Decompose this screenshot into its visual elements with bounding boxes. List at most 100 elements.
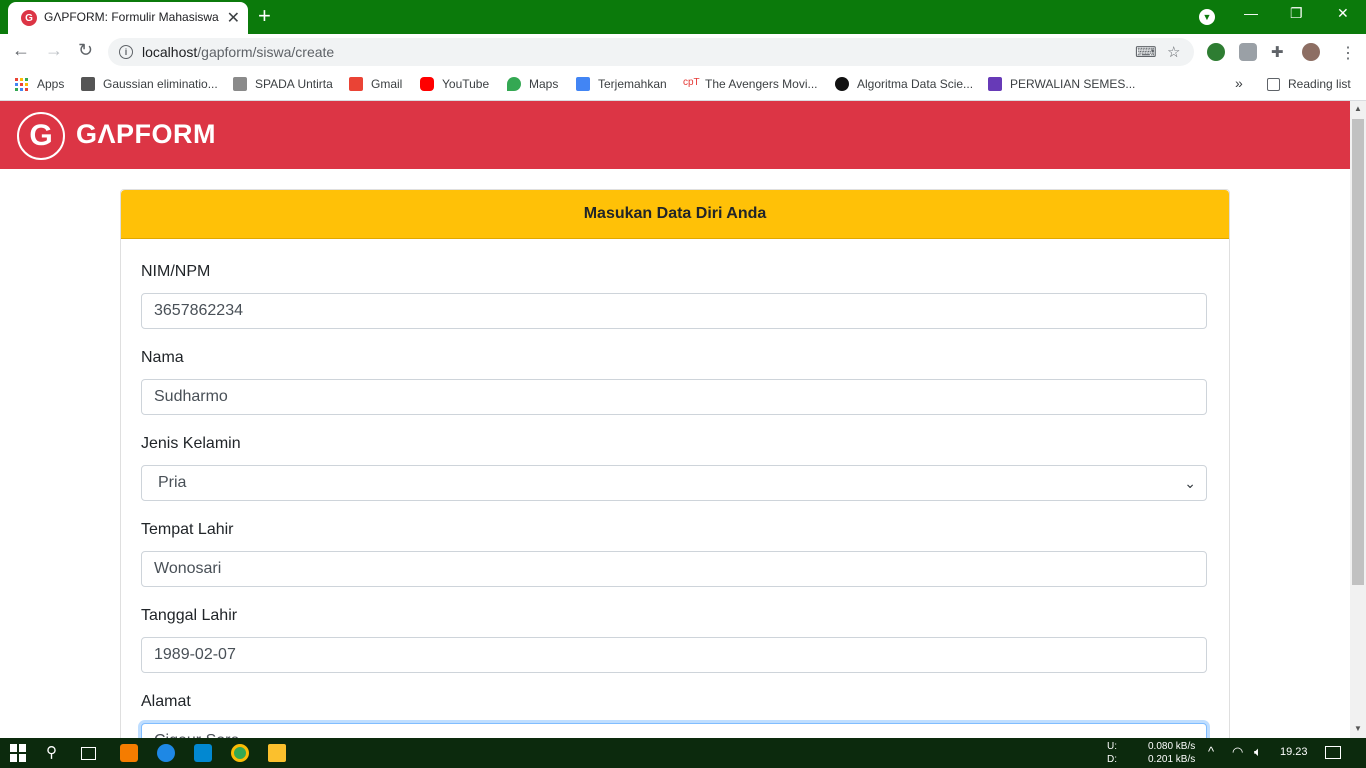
xampp-icon[interactable]: [120, 744, 138, 762]
volume-icon[interactable]: 🔈︎: [1254, 744, 1262, 760]
search-icon[interactable]: ⚲: [46, 743, 64, 761]
gapform-logo-icon[interactable]: G: [17, 112, 65, 160]
bookmark-gmail[interactable]: Gmail: [349, 77, 402, 91]
tray-chevron-up-icon[interactable]: ^: [1208, 744, 1214, 759]
bookmark-label: SPADA Untirta: [255, 77, 333, 91]
net-down-label: D:: [1107, 754, 1117, 765]
bookmark-perwalian[interactable]: PERWALIAN SEMES...: [988, 77, 1135, 91]
clock-time[interactable]: 19.23: [1280, 746, 1308, 758]
bookmark-label: Terjemahkan: [598, 77, 667, 91]
chevron-down-icon: ⌄: [1184, 475, 1196, 491]
nama-label: Nama: [141, 349, 184, 366]
bookmark-label: Maps: [529, 77, 559, 91]
bookmark-label: Gmail: [371, 77, 403, 91]
tab-title: GΛPFORM: Formulir Mahasiswa: [44, 10, 219, 24]
scrollbar-thumb[interactable]: [1352, 119, 1364, 585]
maps-pin-icon: [507, 77, 521, 91]
browser-tab[interactable]: G GΛPFORM: Formulir Mahasiswa ✕: [8, 2, 248, 34]
algoritma-favicon-icon: [835, 77, 849, 91]
translate-icon[interactable]: ⌨: [1135, 43, 1157, 61]
alamat-textarea[interactable]: Cigeur Sore: [141, 723, 1207, 738]
gmail-icon: [349, 77, 363, 91]
vscode-icon[interactable]: [194, 744, 212, 762]
student-form-card: Masukan Data Diri Anda NIM/NPM 365786223…: [120, 189, 1230, 738]
site-info-icon[interactable]: i: [119, 45, 133, 59]
url-path: /gapform/siswa/create: [197, 44, 335, 60]
reading-list-label: Reading list: [1288, 77, 1351, 91]
tempat-lahir-label: Tempat Lahir: [141, 521, 234, 538]
close-window-icon[interactable]: ✕: [1337, 5, 1349, 22]
close-tab-icon[interactable]: ✕: [227, 8, 240, 28]
minimize-icon[interactable]: —: [1244, 5, 1258, 21]
net-down-speed: 0.201 kB/s: [1148, 754, 1196, 765]
bookmark-label: YouTube: [442, 77, 490, 91]
url-host: localhost: [142, 44, 198, 60]
file-explorer-icon[interactable]: [268, 744, 286, 762]
bookmark-label: PERWALIAN SEMES...: [1010, 77, 1136, 91]
extensions-puzzle-icon[interactable]: ✚: [1271, 43, 1284, 61]
bookmark-label: Algoritma Data Scie...: [857, 77, 974, 91]
menu-kebab-icon[interactable]: ⋮: [1340, 43, 1356, 63]
tempat-lahir-input[interactable]: Wonosari: [141, 551, 1207, 587]
page-scrollbar[interactable]: ▲ ▼: [1350, 101, 1366, 738]
bookmark-gaussian[interactable]: Gaussian eliminatio...: [81, 77, 218, 91]
net-up-speed: 0.080 kB/s: [1148, 741, 1196, 752]
alamat-label: Alamat: [141, 693, 191, 710]
notifications-icon[interactable]: [1325, 746, 1341, 759]
wifi-icon[interactable]: ◠: [1232, 744, 1243, 760]
brand-name[interactable]: GΛPFORM: [76, 119, 216, 150]
edge-icon[interactable]: [157, 744, 175, 762]
app-navbar: G GΛPFORM: [0, 101, 1350, 169]
restore-icon[interactable]: ❐: [1290, 5, 1303, 22]
tab-search-icon[interactable]: ▼: [1199, 9, 1215, 25]
gaussian-favicon-icon: [81, 77, 95, 91]
translate-favicon-icon: [576, 77, 590, 91]
forward-icon[interactable]: →: [45, 40, 63, 61]
jenis-kelamin-value: Pria: [158, 474, 187, 491]
bookmark-label: The Avengers Movi...: [705, 77, 818, 91]
back-icon[interactable]: ←: [12, 40, 30, 61]
bookmark-spada[interactable]: SPADA Untirta: [233, 77, 333, 91]
nim-label: NIM/NPM: [141, 263, 211, 280]
bookmarks-overflow-icon[interactable]: »: [1235, 75, 1243, 91]
bookmark-star-icon[interactable]: ☆: [1167, 43, 1180, 61]
tanggal-lahir-input[interactable]: 1989-02-07: [141, 637, 1207, 673]
apps-grid-icon: [15, 77, 28, 91]
scroll-up-icon[interactable]: ▲: [1354, 104, 1362, 113]
form-header: Masukan Data Diri Anda: [121, 190, 1229, 239]
extension-globe-icon[interactable]: [1207, 43, 1225, 61]
bookmark-youtube[interactable]: YouTube: [420, 77, 489, 91]
bookmark-maps[interactable]: Maps: [507, 77, 558, 91]
gapform-favicon-icon: G: [21, 10, 37, 26]
jenis-kelamin-select[interactable]: Pria ⌄: [141, 465, 1207, 501]
reading-list-icon: [1267, 77, 1280, 91]
youtube-icon: [420, 77, 434, 91]
chrome-icon[interactable]: [231, 744, 249, 762]
extension-profile-icon[interactable]: [1239, 43, 1257, 61]
page-viewport: G GΛPFORM Masukan Data Diri Anda NIM/NPM…: [0, 101, 1350, 738]
scroll-down-icon[interactable]: ▼: [1354, 724, 1362, 733]
browser-title-bar: G GΛPFORM: Formulir Mahasiswa ✕ + ▼ — ❐ …: [0, 0, 1366, 34]
address-bar[interactable]: i localhost/gapform/siswa/create ⌨ ☆: [108, 38, 1194, 66]
bookmark-apps[interactable]: Apps: [15, 77, 64, 91]
reload-icon[interactable]: ↻: [78, 40, 93, 61]
jenis-kelamin-label: Jenis Kelamin: [141, 435, 241, 452]
nama-input[interactable]: Sudharmo: [141, 379, 1207, 415]
spada-favicon-icon: [233, 77, 247, 91]
avatar[interactable]: [1302, 43, 1320, 61]
tanggal-lahir-label: Tanggal Lahir: [141, 607, 238, 624]
bookmark-avengers[interactable]: cpT The Avengers Movi...: [683, 77, 818, 91]
nim-input[interactable]: 3657862234: [141, 293, 1207, 329]
bookmark-algoritma[interactable]: Algoritma Data Scie...: [835, 77, 973, 91]
bookmarks-bar: Apps Gaussian eliminatio... SPADA Untirt…: [0, 70, 1366, 101]
windows-start-icon[interactable]: [10, 744, 28, 762]
bookmark-terjemahkan[interactable]: Terjemahkan: [576, 77, 667, 91]
forms-favicon-icon: [988, 77, 1002, 91]
avengers-favicon-icon: cpT: [683, 77, 700, 91]
bookmark-label: Apps: [37, 77, 65, 91]
task-view-icon[interactable]: [81, 747, 96, 760]
windows-taskbar: ⚲ U: D: 0.080 kB/s 0.201 kB/s ^ ◠ 🔈︎ 19.…: [0, 738, 1366, 768]
net-up-label: U:: [1107, 741, 1117, 752]
new-tab-icon[interactable]: +: [258, 3, 271, 29]
reading-list-button[interactable]: Reading list: [1267, 77, 1351, 91]
